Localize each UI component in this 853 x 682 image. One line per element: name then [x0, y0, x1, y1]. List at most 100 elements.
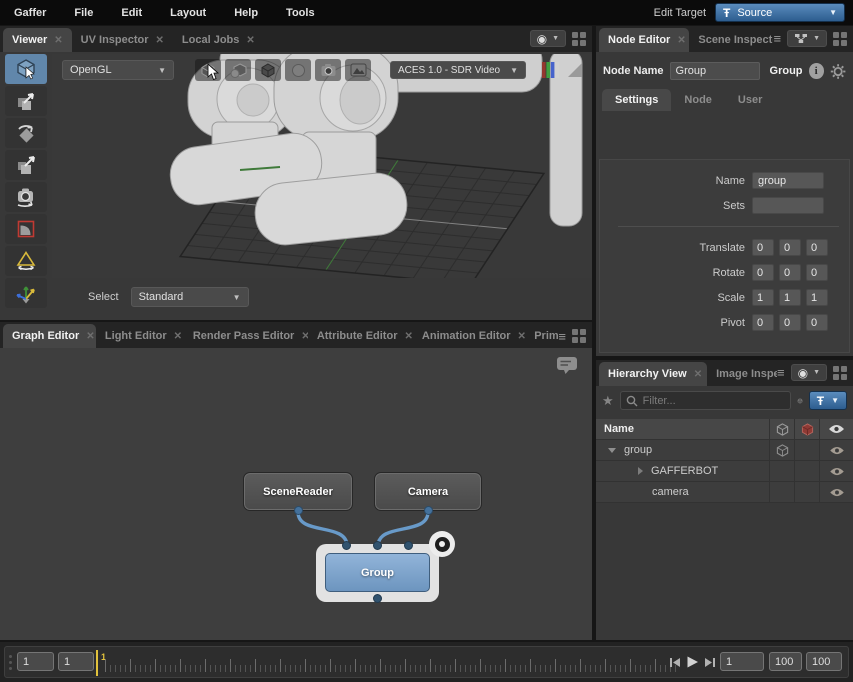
- group-in-port-0[interactable]: [342, 541, 351, 550]
- range-in-input[interactable]: [58, 652, 94, 671]
- bookmark-star-icon[interactable]: ★: [602, 393, 614, 409]
- translate-z-input[interactable]: [806, 239, 828, 256]
- select-mode-dropdown[interactable]: Standard ▼: [131, 287, 249, 307]
- node-editor-follow-button[interactable]: ▼: [787, 30, 827, 47]
- close-icon[interactable]: ✕: [518, 331, 526, 342]
- skip-end-icon[interactable]: [704, 657, 716, 668]
- close-icon[interactable]: ✕: [404, 331, 412, 342]
- layout-grid-icon[interactable]: [833, 32, 847, 46]
- name-field-input[interactable]: [752, 172, 824, 189]
- hierarchy-row-camera[interactable]: camera: [596, 482, 853, 503]
- skip-start-icon[interactable]: [669, 657, 681, 668]
- edit-scope-dropdown[interactable]: Ŧ ▼: [809, 391, 847, 410]
- range-end-input[interactable]: [806, 652, 842, 671]
- tab-viewer[interactable]: Viewer ✕: [3, 28, 72, 52]
- hierarchy-focus-menu-button[interactable]: ◉ ▼: [791, 364, 827, 381]
- light-tool-button[interactable]: [5, 246, 47, 276]
- sphere-display-button[interactable]: [285, 59, 311, 81]
- menu-gaffer[interactable]: Gaffer: [0, 7, 60, 19]
- group-in-port-2[interactable]: [404, 541, 413, 550]
- pivot-y-input[interactable]: [779, 314, 801, 331]
- tab-attribute-editor[interactable]: Attribute Editor ✕: [308, 324, 413, 348]
- tab-scene-inspector-truncated[interactable]: Scene Inspecto: [689, 28, 773, 52]
- range-out-input[interactable]: [769, 652, 802, 671]
- info-icon[interactable]: i: [809, 63, 824, 79]
- tab-menu-icon[interactable]: ≡: [773, 32, 781, 45]
- translate-tool-button[interactable]: [5, 86, 47, 116]
- expander-open-icon[interactable]: [608, 448, 616, 453]
- viewport-3d[interactable]: OpenGL ▼: [52, 54, 592, 278]
- group-in-port-1[interactable]: [373, 541, 382, 550]
- tab-local-jobs[interactable]: Local Jobs ✕: [173, 28, 264, 52]
- close-icon[interactable]: ✕: [54, 35, 62, 46]
- rotate-y-input[interactable]: [779, 264, 801, 281]
- playhead[interactable]: [96, 650, 98, 676]
- group-out-port[interactable]: [373, 594, 382, 603]
- sets-field-input[interactable]: [752, 197, 824, 214]
- graph-canvas[interactable]: SceneReader Camera Group: [0, 348, 592, 640]
- focus-ring-icon[interactable]: [429, 531, 455, 557]
- translate-x-input[interactable]: [752, 239, 774, 256]
- display-transform-dropdown[interactable]: ACES 1.0 - SDR Video ▼: [390, 61, 526, 79]
- tab-menu-icon[interactable]: ≡: [777, 366, 785, 379]
- menu-tools[interactable]: Tools: [272, 7, 329, 19]
- rotate-z-input[interactable]: [806, 264, 828, 281]
- tab-hierarchy-view[interactable]: Hierarchy View ✕: [599, 362, 707, 386]
- close-icon[interactable]: ✕: [86, 331, 94, 342]
- tab-graph-editor[interactable]: Graph Editor ✕: [3, 324, 96, 348]
- scale-tool-button[interactable]: [5, 150, 47, 180]
- drag-grip-icon[interactable]: [9, 655, 12, 670]
- tab-prim-truncated[interactable]: Prim: [525, 324, 558, 348]
- gizmo-tool-button[interactable]: [5, 278, 47, 308]
- inclusions-cube-icon[interactable]: [776, 444, 789, 457]
- expander-closed-icon[interactable]: [638, 467, 643, 475]
- close-icon[interactable]: ✕: [246, 35, 254, 46]
- subtab-settings[interactable]: Settings: [602, 89, 671, 111]
- subtab-user[interactable]: User: [725, 89, 775, 111]
- tab-render-pass-editor[interactable]: Render Pass Editor ✕: [184, 324, 308, 348]
- close-icon[interactable]: ✕: [677, 35, 685, 46]
- camera-out-port[interactable]: [424, 506, 433, 515]
- select-tool-button[interactable]: [5, 54, 47, 84]
- pivot-x-input[interactable]: [752, 314, 774, 331]
- node-group-body[interactable]: Group: [325, 553, 430, 592]
- camera-orbit-tool-button[interactable]: [5, 182, 47, 212]
- close-icon[interactable]: ✕: [301, 331, 307, 342]
- rotate-x-input[interactable]: [752, 264, 774, 281]
- menu-help[interactable]: Help: [220, 7, 272, 19]
- node-name-input[interactable]: [670, 62, 760, 80]
- tab-image-inspector-truncated[interactable]: Image Inspe: [707, 362, 777, 386]
- close-icon[interactable]: ✕: [156, 35, 164, 46]
- wireframe-cube-button[interactable]: [255, 59, 281, 81]
- scale-x-input[interactable]: [752, 289, 774, 306]
- subtab-node[interactable]: Node: [671, 89, 725, 111]
- visibility-eye-icon[interactable]: [829, 446, 845, 455]
- filter-input[interactable]: [643, 395, 785, 407]
- crop-window-tool-button[interactable]: [5, 214, 47, 244]
- layout-grid-icon[interactable]: [572, 329, 586, 343]
- rotate-tool-button[interactable]: [5, 118, 47, 148]
- timeline-ruler[interactable]: [105, 659, 680, 672]
- scenereader-out-port[interactable]: [294, 506, 303, 515]
- tab-uv-inspector[interactable]: UV Inspector ✕: [72, 28, 173, 52]
- viewer-focus-menu-button[interactable]: ◉ ▼: [530, 30, 566, 47]
- play-icon[interactable]: [686, 656, 699, 668]
- menu-edit[interactable]: Edit: [107, 7, 156, 19]
- look-through-camera-button[interactable]: [315, 59, 341, 81]
- visibility-eye-icon[interactable]: [828, 424, 845, 434]
- layout-grid-icon[interactable]: [833, 366, 847, 380]
- scale-y-input[interactable]: [779, 289, 801, 306]
- scale-z-input[interactable]: [806, 289, 828, 306]
- filter-searchbox[interactable]: [620, 391, 791, 410]
- exposure-ramp-icon[interactable]: [566, 61, 584, 79]
- exclusions-red-cube-icon[interactable]: [801, 423, 814, 436]
- tab-animation-editor[interactable]: Animation Editor ✕: [413, 324, 525, 348]
- set-membership-icon[interactable]: [797, 392, 803, 410]
- hierarchy-row-group[interactable]: group: [596, 440, 853, 461]
- menu-file[interactable]: File: [60, 7, 107, 19]
- menu-layout[interactable]: Layout: [156, 7, 220, 19]
- inclusions-cube-icon[interactable]: [776, 423, 789, 436]
- visibility-eye-icon[interactable]: [829, 467, 845, 476]
- range-start-input[interactable]: [17, 652, 54, 671]
- layout-grid-icon[interactable]: [572, 32, 586, 46]
